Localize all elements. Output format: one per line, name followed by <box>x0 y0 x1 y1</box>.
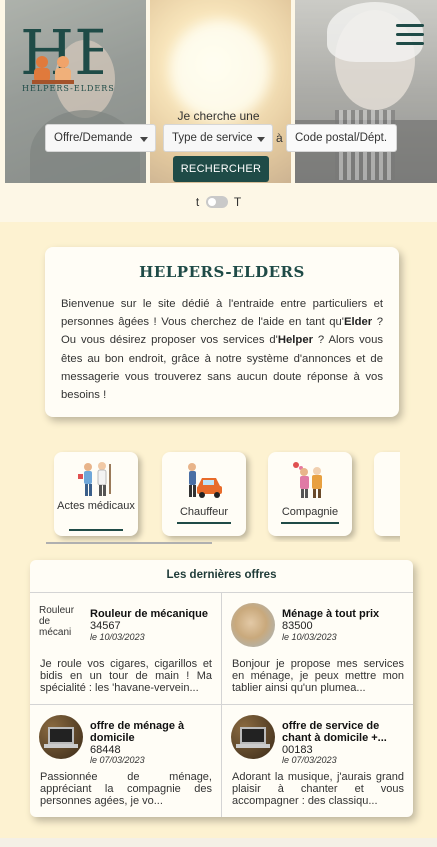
category-underline <box>69 529 123 531</box>
offer-thumbnail <box>39 715 83 759</box>
offer-title: Ménage à tout prix <box>282 608 380 620</box>
service-type-select-value: Type de service <box>172 132 253 144</box>
offer-description: Bonjour je propose mes services en ménag… <box>232 658 404 694</box>
offer-date: le 10/03/2023 <box>282 632 337 642</box>
menu-icon[interactable] <box>396 24 424 48</box>
offer-image-placeholder: Rouleur de mécani <box>39 605 75 638</box>
category-card-company[interactable]: Compagnie <box>268 452 352 536</box>
category-card-more[interactable] <box>374 452 400 536</box>
companionship-icon <box>293 462 322 498</box>
offer-description: Adorant la musique, j'aurais grand plais… <box>232 771 404 807</box>
toggle-label-large: T <box>233 194 242 209</box>
hero-banner: HE HELPERS-ELDERS Je cherche une Offre/D… <box>0 0 437 183</box>
latest-offers-panel: Les dernières offres Rouleur de mécani R… <box>30 560 413 817</box>
postal-code-input[interactable] <box>286 124 397 152</box>
search-button[interactable]: RECHERCHER <box>173 156 269 182</box>
search-label: Je cherche une <box>177 109 260 123</box>
offer-description: Passionnée de ménage, appréciant la comp… <box>40 771 212 807</box>
offer-card[interactable]: Rouleur de mécani Rouleur de mécanique 3… <box>30 593 220 705</box>
car-driver-icon <box>188 463 222 498</box>
category-scrollbar[interactable] <box>46 542 212 544</box>
offer-card[interactable]: offre de ménage à domicile 68448 le 07/0… <box>30 705 220 817</box>
offer-title: offre de ménage à domicile <box>90 720 185 744</box>
offer-date: le 10/03/2023 <box>90 632 145 642</box>
offer-postal-code: 34567 <box>90 620 121 632</box>
offer-title: offre de service de chant à domicile +..… <box>282 720 387 744</box>
chevron-down-icon <box>257 137 265 142</box>
latest-offers-title: Les dernières offres <box>166 569 277 581</box>
category-label: Chauffeur <box>179 506 229 518</box>
welcome-title: HELPERS-ELDERS <box>139 263 305 281</box>
helper-keyword: Helper <box>277 334 314 347</box>
location-preposition: à <box>276 131 283 145</box>
chevron-down-icon <box>140 137 148 142</box>
offer-title: Rouleur de mécanique <box>90 608 208 620</box>
offer-card[interactable]: Ménage à tout prix 83500 le 10/03/2023 B… <box>222 593 412 705</box>
category-card-medical[interactable]: Actes médicaux <box>54 452 138 536</box>
category-label: Compagnie <box>281 506 339 518</box>
offer-type-select-value: Offre/Demande <box>54 132 133 144</box>
welcome-text: Bienvenue sur le site dédié à l'entraide… <box>61 298 384 402</box>
welcome-card: HELPERS-ELDERS Bienvenue sur le site déd… <box>45 247 399 417</box>
offer-thumbnail <box>231 603 275 647</box>
offer-postal-code: 83500 <box>282 620 313 632</box>
offer-description: Je roule vos cigares, cigarillos et bidi… <box>40 658 212 694</box>
category-label: Actes médicaux <box>57 500 135 512</box>
footer-strip <box>0 838 437 847</box>
category-card-driver[interactable]: Chauffeur <box>162 452 246 536</box>
text-size-toggle-row: t T <box>0 194 437 209</box>
offer-card[interactable]: offre de service de chant à domicile +..… <box>222 705 412 817</box>
offer-date: le 07/03/2023 <box>282 755 337 765</box>
elder-keyword: Elder <box>343 316 373 329</box>
category-underline <box>177 522 231 524</box>
offer-date: le 07/03/2023 <box>90 755 145 765</box>
toggle-label-small: t <box>195 194 200 209</box>
category-underline <box>281 522 339 524</box>
offer-type-select[interactable]: Offre/Demande <box>45 124 156 152</box>
medical-care-icon <box>78 462 111 496</box>
category-carousel[interactable]: Actes médicaux Chauffeur Compagnie <box>46 450 400 542</box>
logo-text: HELPERS-ELDERS <box>22 84 115 93</box>
service-type-select[interactable]: Type de service <box>163 124 273 152</box>
text-size-toggle[interactable] <box>205 195 228 208</box>
offer-thumbnail <box>231 715 275 759</box>
